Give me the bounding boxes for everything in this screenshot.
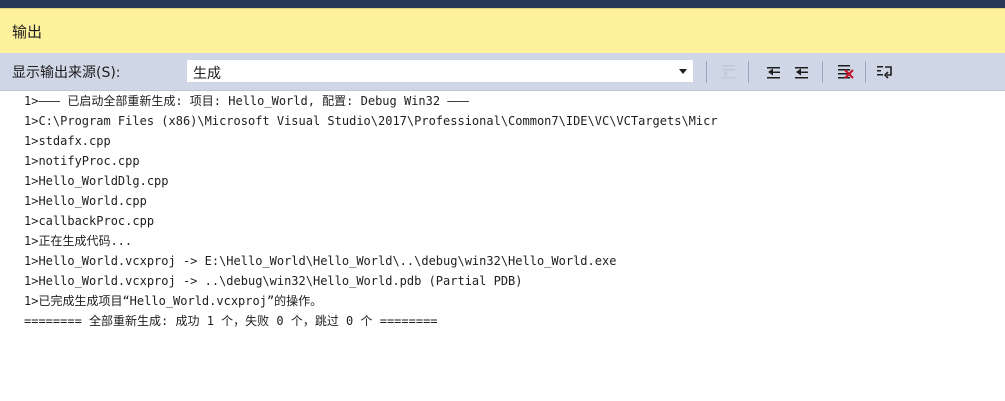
toolbar-separator (748, 61, 749, 83)
output-line: ======== 全部重新生成: 成功 1 个，失败 0 个，跳过 0 个 ==… (24, 314, 438, 328)
output-line: 1>callbackProc.cpp (24, 214, 155, 228)
output-line: 1>notifyProc.cpp (24, 154, 140, 168)
clear-all-icon[interactable] (834, 62, 856, 82)
output-source-dropdown[interactable]: 生成 (186, 59, 694, 83)
toolbar-separator (865, 61, 866, 83)
chevron-down-icon[interactable] (679, 69, 687, 74)
output-line: 1>正在生成代码... (24, 234, 133, 248)
output-line: 1>Hello_World.vcxproj -> ..\debug\win32\… (24, 274, 523, 288)
output-toolbar: 显示输出来源(S): 生成 (0, 53, 1005, 91)
output-source-value: 生成 (193, 66, 221, 82)
show-output-from-label: 显示输出来源(S): (12, 65, 121, 81)
output-text-area[interactable]: 1>——— 已启动全部重新生成: 项目: Hello_World, 配置: De… (0, 91, 1005, 401)
output-line: 1>Hello_WorldDlg.cpp (24, 174, 169, 188)
panel-title: 输出 (12, 23, 43, 41)
output-line: 1>——— 已启动全部重新生成: 项目: Hello_World, 配置: De… (24, 94, 469, 108)
output-line: 1>已完成生成项目“Hello_World.vcxproj”的操作。 (24, 294, 323, 308)
toggle-word-wrap-icon[interactable] (874, 62, 896, 82)
output-line: 1>stdafx.cpp (24, 134, 111, 148)
toolbar-separator (706, 61, 707, 83)
output-line: 1>C:\Program Files (x86)\Microsoft Visua… (24, 114, 718, 128)
output-panel-title-bar[interactable]: 输出 (0, 8, 1005, 53)
output-line: 1>Hello_World.vcxproj -> E:\Hello_World\… (24, 254, 617, 268)
goto-previous-message-icon[interactable] (718, 62, 740, 82)
window-top-border (0, 0, 1005, 8)
toolbar-separator (822, 61, 823, 83)
output-line: 1>Hello_World.cpp (24, 194, 147, 208)
find-previous-message-icon[interactable] (763, 62, 785, 82)
find-next-message-icon[interactable] (791, 62, 813, 82)
